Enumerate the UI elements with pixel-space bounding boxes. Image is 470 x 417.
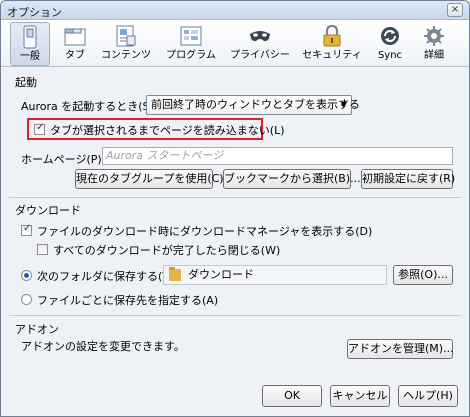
startup-when-value: 前回終了時のウィンドウとタブを表示する	[151, 98, 360, 111]
downloads-group-label: ダウンロード	[15, 204, 81, 217]
browse-button[interactable]: 参照(O)...	[393, 265, 453, 285]
addons-description: アドオンの設定を変更できます。	[21, 340, 185, 353]
always-ask-radio[interactable]	[21, 294, 32, 305]
tab-sync[interactable]: Sync	[373, 22, 407, 66]
tab-tabs-label: タブ	[65, 50, 85, 61]
tab-security-label: セキュリティ	[302, 50, 362, 61]
title-bar: オプション ×	[1, 1, 469, 20]
startup-when-label: Aurora を起動するとき(S):	[21, 100, 158, 113]
dont-load-tabs-label: タブが選択されるまでページを読み込まない(L)	[50, 124, 285, 137]
general-switch-icon	[19, 25, 41, 49]
save-to-folder-radio[interactable]	[21, 270, 32, 281]
close-when-done-label: すべてのダウンロードが完了したら閉じる(W)	[53, 244, 281, 257]
startup-when-dropdown[interactable]: 前回終了時のウィンドウとタブを表示する ▼	[146, 95, 360, 115]
help-button[interactable]: ヘルプ(H)	[398, 385, 458, 407]
tab-general[interactable]: 一般	[10, 22, 50, 66]
advanced-gear-icon	[423, 24, 445, 48]
dont-load-tabs-checkbox[interactable]: ✓	[34, 122, 45, 135]
divider	[9, 197, 461, 198]
homepage-input[interactable]: Aurora スタートページ	[102, 147, 453, 165]
tab-sync-label: Sync	[377, 50, 403, 61]
window-title: オプション	[7, 6, 62, 19]
radio-dot	[24, 273, 29, 278]
tab-content-label: コンテンツ	[101, 50, 151, 61]
tab-advanced-label: 詳細	[424, 50, 444, 61]
options-window: オプション × 一般 タブ コンテンツ プログラム プライバシー セキュリティ …	[0, 0, 470, 417]
pane-toolbar: 一般 タブ コンテンツ プログラム プライバシー セキュリティ Sync 詳細	[1, 20, 469, 67]
tab-applications-label: プログラム	[166, 50, 216, 61]
folder-icon	[169, 267, 181, 281]
tabs-icon	[64, 24, 86, 48]
cancel-button[interactable]: キャンセル	[330, 385, 390, 407]
tab-tabs[interactable]: タブ	[58, 22, 92, 66]
check-icon: ✓	[23, 223, 32, 234]
chevron-down-icon: ▼	[340, 100, 347, 109]
show-download-manager-checkbox[interactable]: ✓	[21, 223, 32, 236]
save-to-folder-label: 次のフォルダに保存する(V)	[37, 270, 175, 283]
startup-group-label: 起動	[15, 76, 37, 89]
addons-group-label: アドオン	[15, 323, 59, 336]
applications-icon	[180, 24, 202, 48]
privacy-mask-icon	[249, 24, 271, 48]
download-folder-field: ダウンロード	[163, 265, 387, 285]
manage-addons-button[interactable]: アドオンを管理(M)...	[347, 339, 454, 359]
homepage-label: ホームページ(P):	[21, 153, 106, 166]
sync-icon	[379, 24, 401, 48]
use-current-pages-button[interactable]: 現在のタブグループを使用(C)	[75, 169, 224, 189]
divider	[9, 315, 461, 316]
ok-button[interactable]: OK	[262, 385, 322, 407]
tab-applications[interactable]: プログラム	[163, 22, 219, 66]
use-bookmark-button[interactable]: ブックマークから選択(B)...	[223, 169, 361, 189]
show-download-manager-label: ファイルのダウンロード時にダウンロードマネージャを表示する(D)	[37, 225, 373, 238]
content-icon	[115, 24, 137, 48]
tab-privacy-label: プライバシー	[230, 50, 290, 61]
always-ask-label: ファイルごとに保存先を指定する(A)	[37, 294, 219, 307]
tab-security[interactable]: セキュリティ	[301, 22, 363, 66]
security-lock-icon	[321, 24, 343, 48]
tab-content[interactable]: コンテンツ	[99, 22, 153, 66]
close-button[interactable]: ×	[447, 3, 463, 17]
tab-general-label: 一般	[20, 51, 40, 62]
tab-advanced[interactable]: 詳細	[417, 22, 451, 66]
close-when-done-checkbox[interactable]	[37, 244, 48, 255]
check-icon: ✓	[36, 122, 45, 133]
download-folder-name: ダウンロード	[188, 268, 254, 281]
tab-privacy[interactable]: プライバシー	[229, 22, 291, 66]
restore-default-button[interactable]: 初期設定に戻す(R)	[361, 169, 455, 189]
